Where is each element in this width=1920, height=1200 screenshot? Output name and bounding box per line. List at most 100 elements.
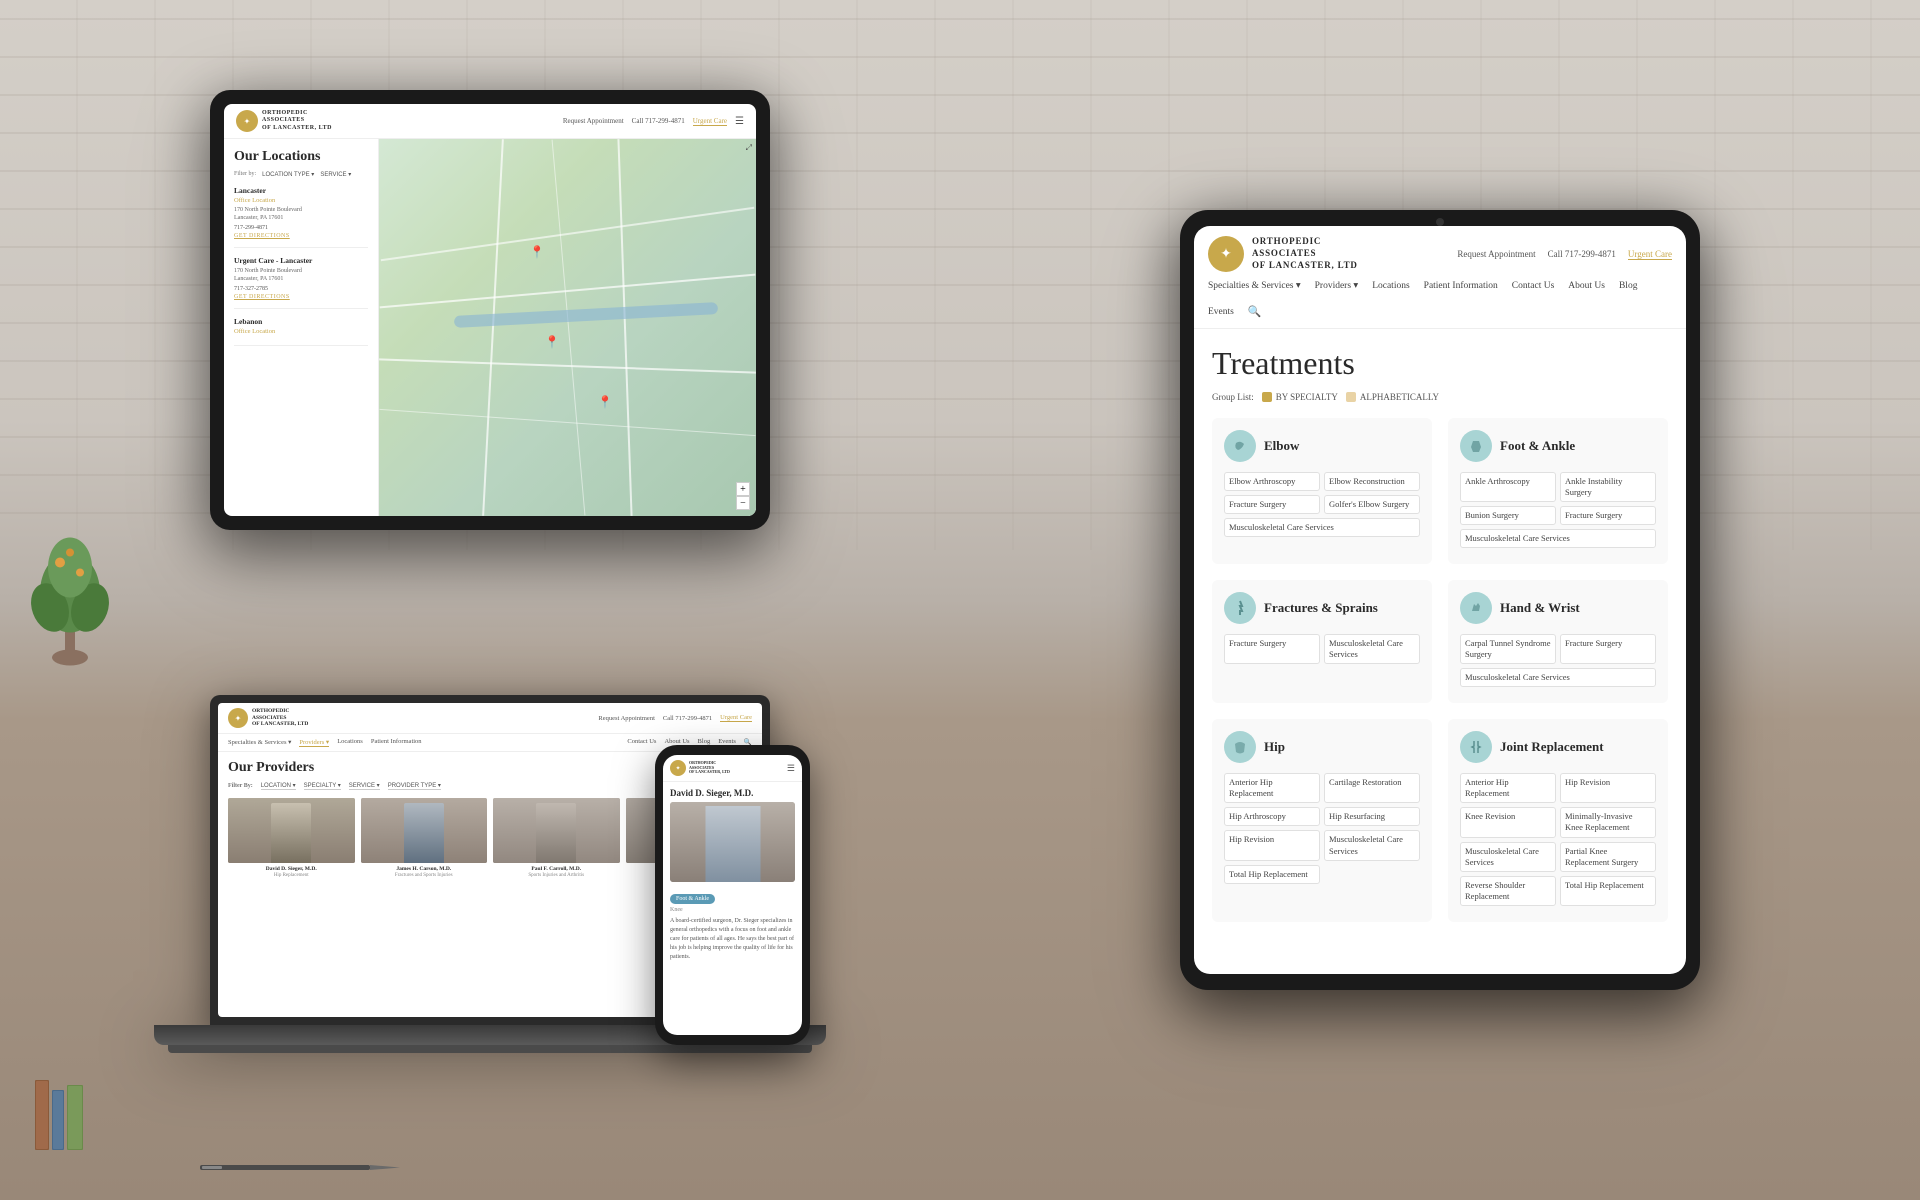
- phone-logo-text: ORTHOPEDICASSOCIATESOF LANCASTER, LTD: [689, 761, 730, 775]
- provider-card-sieger[interactable]: David D. Sieger, M.D. Hip Replacement: [228, 798, 355, 878]
- map-pin-1[interactable]: 📍: [530, 245, 542, 259]
- treatment-link[interactable]: Total Hip Replacement: [1224, 865, 1320, 884]
- alphabetically-option[interactable]: ALPHABETICALLY: [1346, 392, 1439, 402]
- laptop-nav-patient[interactable]: Patient Information: [371, 738, 422, 747]
- nav-contact[interactable]: Contact Us: [1512, 281, 1554, 291]
- treatment-link[interactable]: Anterior Hip Replacement: [1224, 773, 1320, 803]
- treatment-link-fracture-hand[interactable]: Fracture Surgery: [1560, 634, 1656, 664]
- joint-name: Joint Replacement: [1500, 739, 1604, 755]
- provider-type-filter[interactable]: PROVIDER TYPE ▾: [388, 782, 441, 790]
- treatment-row: Total Hip Replacement: [1224, 865, 1420, 884]
- provider-name-carson: James H. Carson, M.D.: [361, 866, 488, 873]
- laptop-phone[interactable]: Call 717-299-4871: [663, 715, 712, 722]
- treatment-row: Reverse Shoulder Replacement Total Hip R…: [1460, 876, 1656, 906]
- get-directions-urgent[interactable]: GET DIRECTIONS: [234, 294, 368, 300]
- laptop-nav-providers[interactable]: Providers ▾: [299, 738, 329, 747]
- hamburger-icon[interactable]: ☰: [735, 116, 744, 127]
- laptop-request-appt[interactable]: Request Appointment: [598, 715, 655, 722]
- treatment-link[interactable]: Musculoskeletal Care Services: [1224, 518, 1420, 537]
- treatment-link[interactable]: Ankle Instability Surgery: [1560, 472, 1656, 502]
- hand-wrist-name: Hand & Wrist: [1500, 600, 1580, 616]
- portrait-request-appt[interactable]: Request Appointment: [1457, 249, 1535, 259]
- provider-card-carson[interactable]: James H. Carson, M.D. Fractures and Spor…: [361, 798, 488, 878]
- treatment-link-fracture-elbow[interactable]: Fracture Surgery: [1224, 495, 1320, 514]
- treatment-link[interactable]: Hip Revision: [1560, 773, 1656, 803]
- treatment-link[interactable]: Musculoskeletal Care Services: [1324, 830, 1420, 860]
- treatment-link[interactable]: Hip Revision: [1224, 830, 1320, 860]
- treatment-row: Fracture Surgery Musculoskeletal Care Se…: [1224, 634, 1420, 664]
- map-expand-icon[interactable]: ⤢: [746, 143, 752, 153]
- treatment-row: Anterior Hip Replacement Cartilage Resto…: [1224, 773, 1420, 803]
- nav-specialties[interactable]: Specialties & Services ▾: [1208, 280, 1301, 291]
- treatment-link-fracture-foot[interactable]: Fracture Surgery: [1560, 506, 1656, 525]
- zoom-out-button[interactable]: −: [736, 496, 750, 510]
- provider-card-carroll[interactable]: Paul F. Carroll, M.D. Sports Injuries an…: [493, 798, 620, 878]
- treatment-link[interactable]: Musculoskeletal Care Services: [1324, 634, 1420, 664]
- specialty-filter[interactable]: SPECIALTY ▾: [304, 782, 341, 790]
- foot-ankle-treatments: Ankle Arthroscopy Ankle Instability Surg…: [1460, 472, 1656, 552]
- treatment-row: Hip Arthroscopy Hip Resurfacing: [1224, 807, 1420, 826]
- treatment-link[interactable]: Bunion Surgery: [1460, 506, 1556, 525]
- laptop-nav-specialties[interactable]: Specialties & Services ▾: [228, 738, 291, 747]
- service-filter[interactable]: SERVICE ▾: [320, 171, 351, 178]
- nav-patient-info[interactable]: Patient Information: [1424, 281, 1498, 291]
- phone-link[interactable]: Call 717-299-4871: [632, 117, 685, 125]
- treatment-link[interactable]: Total Hip Replacement: [1560, 876, 1656, 906]
- search-icon[interactable]: 🔍: [1248, 305, 1262, 318]
- urgent-care-link[interactable]: Urgent Care: [693, 117, 727, 126]
- treatment-link[interactable]: Elbow Arthroscopy: [1224, 472, 1320, 491]
- hip-name: Hip: [1264, 739, 1285, 755]
- treatment-link[interactable]: Musculoskeletal Care Services: [1460, 668, 1656, 687]
- treatment-link[interactable]: Partial Knee Replacement Surgery: [1560, 842, 1656, 872]
- treatment-link-fracture-sprains[interactable]: Fracture Surgery: [1224, 634, 1320, 664]
- hand-wrist-treatments: Carpal Tunnel Syndrome Surgery Fracture …: [1460, 634, 1656, 691]
- phone-specialty-sub: Knee: [670, 907, 795, 913]
- treatment-link[interactable]: Knee Revision: [1460, 807, 1556, 837]
- treatment-link[interactable]: Golfer's Elbow Surgery: [1324, 495, 1420, 514]
- nav-providers[interactable]: Providers ▾: [1315, 280, 1359, 291]
- treatment-link[interactable]: Hip Arthroscopy: [1224, 807, 1320, 826]
- treatment-link[interactable]: Hip Resurfacing: [1324, 807, 1420, 826]
- phone-logo-icon: ✦: [670, 760, 686, 776]
- location-name: Lancaster: [234, 186, 368, 195]
- treatment-link[interactable]: Reverse Shoulder Replacement: [1460, 876, 1556, 906]
- nav-blog[interactable]: Blog: [1619, 281, 1637, 291]
- treatment-link[interactable]: Minimally-Invasive Knee Replacement: [1560, 807, 1656, 837]
- location-addr-urgent: 170 North Pointe BoulevardLancaster, PA …: [234, 267, 368, 284]
- treatment-row: Musculoskeletal Care Services Partial Kn…: [1460, 842, 1656, 872]
- phone-hamburger-icon[interactable]: ☰: [787, 763, 795, 774]
- laptop-urgent-care[interactable]: Urgent Care: [720, 714, 752, 722]
- specialty-elbow: Elbow Elbow Arthroscopy Elbow Reconstruc…: [1212, 418, 1432, 564]
- nav-links: Request Appointment Call 717-299-4871 Ur…: [563, 116, 744, 127]
- nav-locations[interactable]: Locations: [1372, 281, 1409, 291]
- laptop-nav-contact[interactable]: Contact Us: [627, 738, 656, 747]
- location-type-filter[interactable]: LOCATION TYPE ▾: [262, 171, 314, 178]
- logo-icon: ✦: [236, 110, 258, 132]
- request-appt-link[interactable]: Request Appointment: [563, 117, 624, 125]
- tablet-frame: ✦ ORTHOPEDICASSOCIATESOF LANCASTER, LTD …: [210, 90, 770, 530]
- treatment-link[interactable]: Musculoskeletal Care Services: [1460, 842, 1556, 872]
- laptop-nav-locations[interactable]: Locations: [337, 738, 363, 747]
- service-filter-providers[interactable]: SERVICE ▾: [349, 782, 380, 790]
- portrait-urgent-care[interactable]: Urgent Care: [1628, 249, 1672, 260]
- specialty-foot-ankle: Foot & Ankle Ankle Arthroscopy Ankle Ins…: [1448, 418, 1668, 564]
- nav-events[interactable]: Events: [1208, 307, 1234, 317]
- zoom-in-button[interactable]: +: [736, 482, 750, 496]
- nav-about[interactable]: About Us: [1568, 281, 1605, 291]
- portrait-content[interactable]: Treatments Group List: BY SPECIALTY ALPH…: [1194, 329, 1686, 974]
- treatment-link[interactable]: Carpal Tunnel Syndrome Surgery: [1460, 634, 1556, 664]
- get-directions-link[interactable]: GET DIRECTIONS: [234, 233, 368, 239]
- map-pin-2[interactable]: 📍: [545, 335, 557, 349]
- map-area[interactable]: 📍 📍 📍 ⤢ + −: [379, 139, 756, 516]
- treatment-link[interactable]: Elbow Reconstruction: [1324, 472, 1420, 491]
- portrait-phone[interactable]: Call 717-299-4871: [1548, 249, 1616, 259]
- treatment-link[interactable]: Cartilage Restoration: [1324, 773, 1420, 803]
- treatments-grid: Elbow Elbow Arthroscopy Elbow Reconstruc…: [1212, 418, 1668, 922]
- treatment-link[interactable]: Musculoskeletal Care Services: [1460, 529, 1656, 548]
- treatment-link[interactable]: Ankle Arthroscopy: [1460, 472, 1556, 502]
- laptop-logo-text: ORTHOPEDICASSOCIATESOF LANCASTER, LTD: [252, 708, 308, 728]
- map-pin-3[interactable]: 📍: [598, 395, 610, 409]
- by-specialty-option[interactable]: BY SPECIALTY: [1262, 392, 1338, 402]
- location-filter[interactable]: LOCATION ▾: [261, 782, 296, 790]
- treatment-link[interactable]: Anterior Hip Replacement: [1460, 773, 1556, 803]
